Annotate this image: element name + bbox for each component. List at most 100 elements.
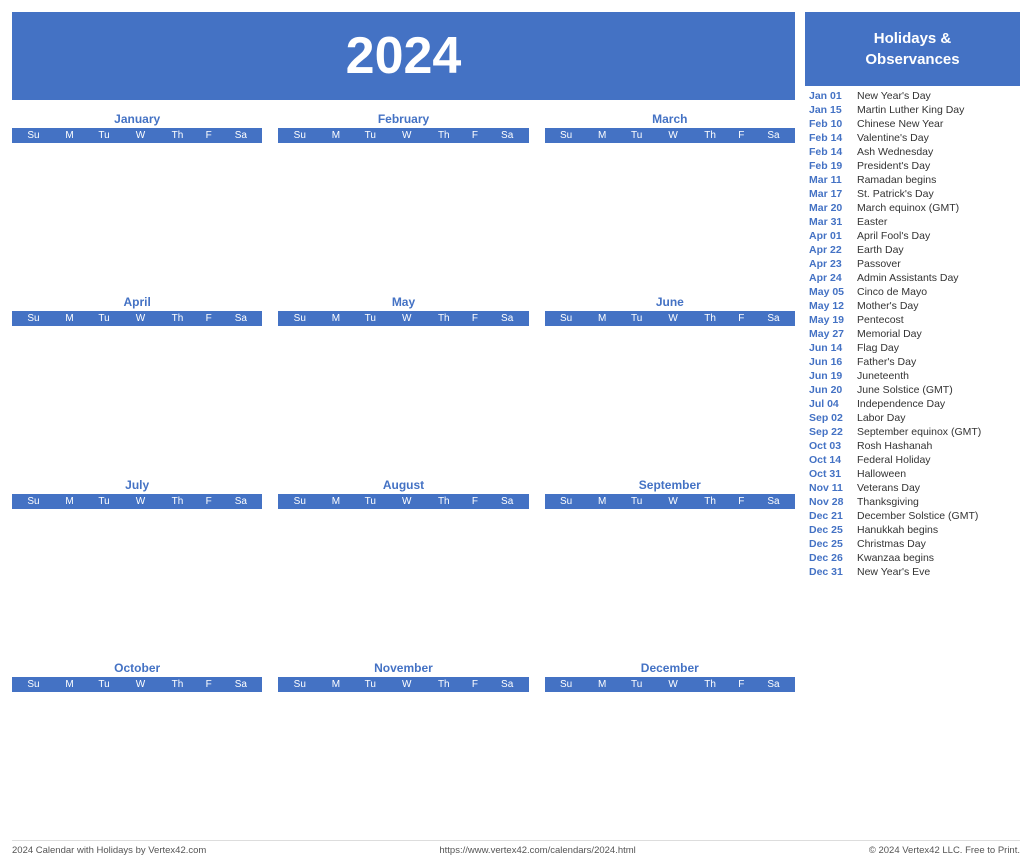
- holiday-date: Feb 19: [809, 160, 853, 172]
- holiday-item: May 19Pentecost: [809, 314, 1016, 326]
- month-november: NovemberSuMTuWThFSa: [278, 661, 528, 832]
- weekday-header: Tu: [617, 677, 657, 692]
- holiday-date: Dec 31: [809, 566, 853, 578]
- holiday-name: Kwanzaa begins: [857, 552, 934, 564]
- weekday-header: M: [55, 311, 84, 326]
- holiday-date: Oct 31: [809, 468, 853, 480]
- holiday-name: September equinox (GMT): [857, 426, 981, 438]
- holiday-name: Thanksgiving: [857, 496, 919, 508]
- holiday-name: Father's Day: [857, 356, 916, 368]
- holiday-name: Passover: [857, 258, 901, 270]
- holiday-name: June Solstice (GMT): [857, 384, 953, 396]
- holiday-name: March equinox (GMT): [857, 202, 959, 214]
- holiday-date: Jul 04: [809, 398, 853, 410]
- holiday-item: Feb 14Ash Wednesday: [809, 146, 1016, 158]
- weekday-header: W: [657, 677, 690, 692]
- month-june: JuneSuMTuWThFSa: [545, 295, 795, 466]
- sidebar: Holidays &Observances Jan 01New Year's D…: [805, 12, 1020, 832]
- weekday-header: F: [464, 311, 485, 326]
- holiday-item: Sep 02Labor Day: [809, 412, 1016, 424]
- holiday-name: New Year's Eve: [857, 566, 930, 578]
- weekday-header: Tu: [617, 128, 657, 143]
- holiday-item: Mar 17St. Patrick's Day: [809, 188, 1016, 200]
- weekday-header: M: [321, 128, 350, 143]
- weekday-header: W: [124, 128, 157, 143]
- weekday-header: F: [198, 494, 219, 509]
- holiday-item: Mar 20March equinox (GMT): [809, 202, 1016, 214]
- weekday-header: Sa: [219, 677, 262, 692]
- footer-right: © 2024 Vertex42 LLC. Free to Print.: [869, 845, 1020, 856]
- weekday-header: M: [588, 311, 617, 326]
- holiday-name: Halloween: [857, 468, 906, 480]
- holiday-item: Apr 01April Fool's Day: [809, 230, 1016, 242]
- weekday-header: W: [390, 128, 423, 143]
- weekday-header: F: [464, 677, 485, 692]
- weekday-header: Su: [278, 128, 321, 143]
- month-title: July: [12, 478, 262, 492]
- holiday-date: May 12: [809, 300, 853, 312]
- holiday-date: Nov 28: [809, 496, 853, 508]
- holiday-item: Feb 19President's Day: [809, 160, 1016, 172]
- holiday-item: May 27 Memorial Day: [809, 328, 1016, 340]
- footer-left: 2024 Calendar with Holidays by Vertex42.…: [12, 845, 206, 856]
- weekday-header: M: [588, 677, 617, 692]
- holiday-item: Apr 24Admin Assistants Day: [809, 272, 1016, 284]
- weekday-header: Su: [12, 311, 55, 326]
- holiday-item: Jun 20 June Solstice (GMT): [809, 384, 1016, 396]
- weekday-header: Th: [423, 311, 464, 326]
- weekday-header: Sa: [752, 128, 795, 143]
- holiday-item: Feb 10Chinese New Year: [809, 118, 1016, 130]
- month-title: December: [545, 661, 795, 675]
- weekday-header: Th: [690, 311, 731, 326]
- weekday-header: M: [55, 494, 84, 509]
- holiday-date: Feb 14: [809, 132, 853, 144]
- holiday-name: Rosh Hashanah: [857, 440, 932, 452]
- weekday-header: Su: [12, 494, 55, 509]
- holiday-item: May 12 Mother's Day: [809, 300, 1016, 312]
- holiday-date: Feb 10: [809, 118, 853, 130]
- holiday-name: Earth Day: [857, 244, 904, 256]
- holiday-date: Apr 23: [809, 258, 853, 270]
- holiday-date: Nov 11: [809, 482, 853, 494]
- holiday-item: Jun 19Juneteenth: [809, 370, 1016, 382]
- weekday-header: Tu: [351, 128, 391, 143]
- holiday-date: May 27: [809, 328, 853, 340]
- weekday-header: W: [390, 677, 423, 692]
- weekday-header: Th: [690, 128, 731, 143]
- holiday-item: Jan 15 Martin Luther King Day: [809, 104, 1016, 116]
- holiday-item: Oct 14Federal Holiday: [809, 454, 1016, 466]
- weekday-header: F: [731, 128, 752, 143]
- footer-center: https://www.vertex42.com/calendars/2024.…: [439, 845, 635, 856]
- holiday-date: Oct 14: [809, 454, 853, 466]
- weekday-header: W: [657, 128, 690, 143]
- holiday-name: Martin Luther King Day: [857, 104, 964, 116]
- holiday-name: Mother's Day: [857, 300, 919, 312]
- weekday-header: F: [731, 677, 752, 692]
- month-may: MaySuMTuWThFSa: [278, 295, 528, 466]
- weekday-header: Sa: [752, 677, 795, 692]
- weekday-header: Sa: [219, 494, 262, 509]
- weekday-header: W: [390, 494, 423, 509]
- holiday-item: Nov 28 Thanksgiving: [809, 496, 1016, 508]
- holiday-date: Jun 16: [809, 356, 853, 368]
- weekday-header: Th: [157, 677, 198, 692]
- holiday-date: Jan 15: [809, 104, 853, 116]
- holiday-date: May 19: [809, 314, 853, 326]
- weekday-header: Su: [545, 311, 588, 326]
- weekday-header: Sa: [752, 494, 795, 509]
- holiday-date: Dec 26: [809, 552, 853, 564]
- weekday-header: Th: [423, 677, 464, 692]
- holiday-date: Sep 02: [809, 412, 853, 424]
- holiday-date: Jun 20: [809, 384, 853, 396]
- weekday-header: Su: [278, 677, 321, 692]
- weekday-header: W: [124, 494, 157, 509]
- weekday-header: Tu: [351, 311, 391, 326]
- weekday-header: F: [464, 494, 485, 509]
- month-august: AugustSuMTuWThFSa: [278, 478, 528, 649]
- holiday-name: Cinco de Mayo: [857, 286, 927, 298]
- holiday-item: Dec 25Hanukkah begins: [809, 524, 1016, 536]
- weekday-header: Sa: [486, 128, 529, 143]
- holiday-name: Memorial Day: [857, 328, 922, 340]
- holiday-name: Christmas Day: [857, 538, 926, 550]
- holiday-name: December Solstice (GMT): [857, 510, 978, 522]
